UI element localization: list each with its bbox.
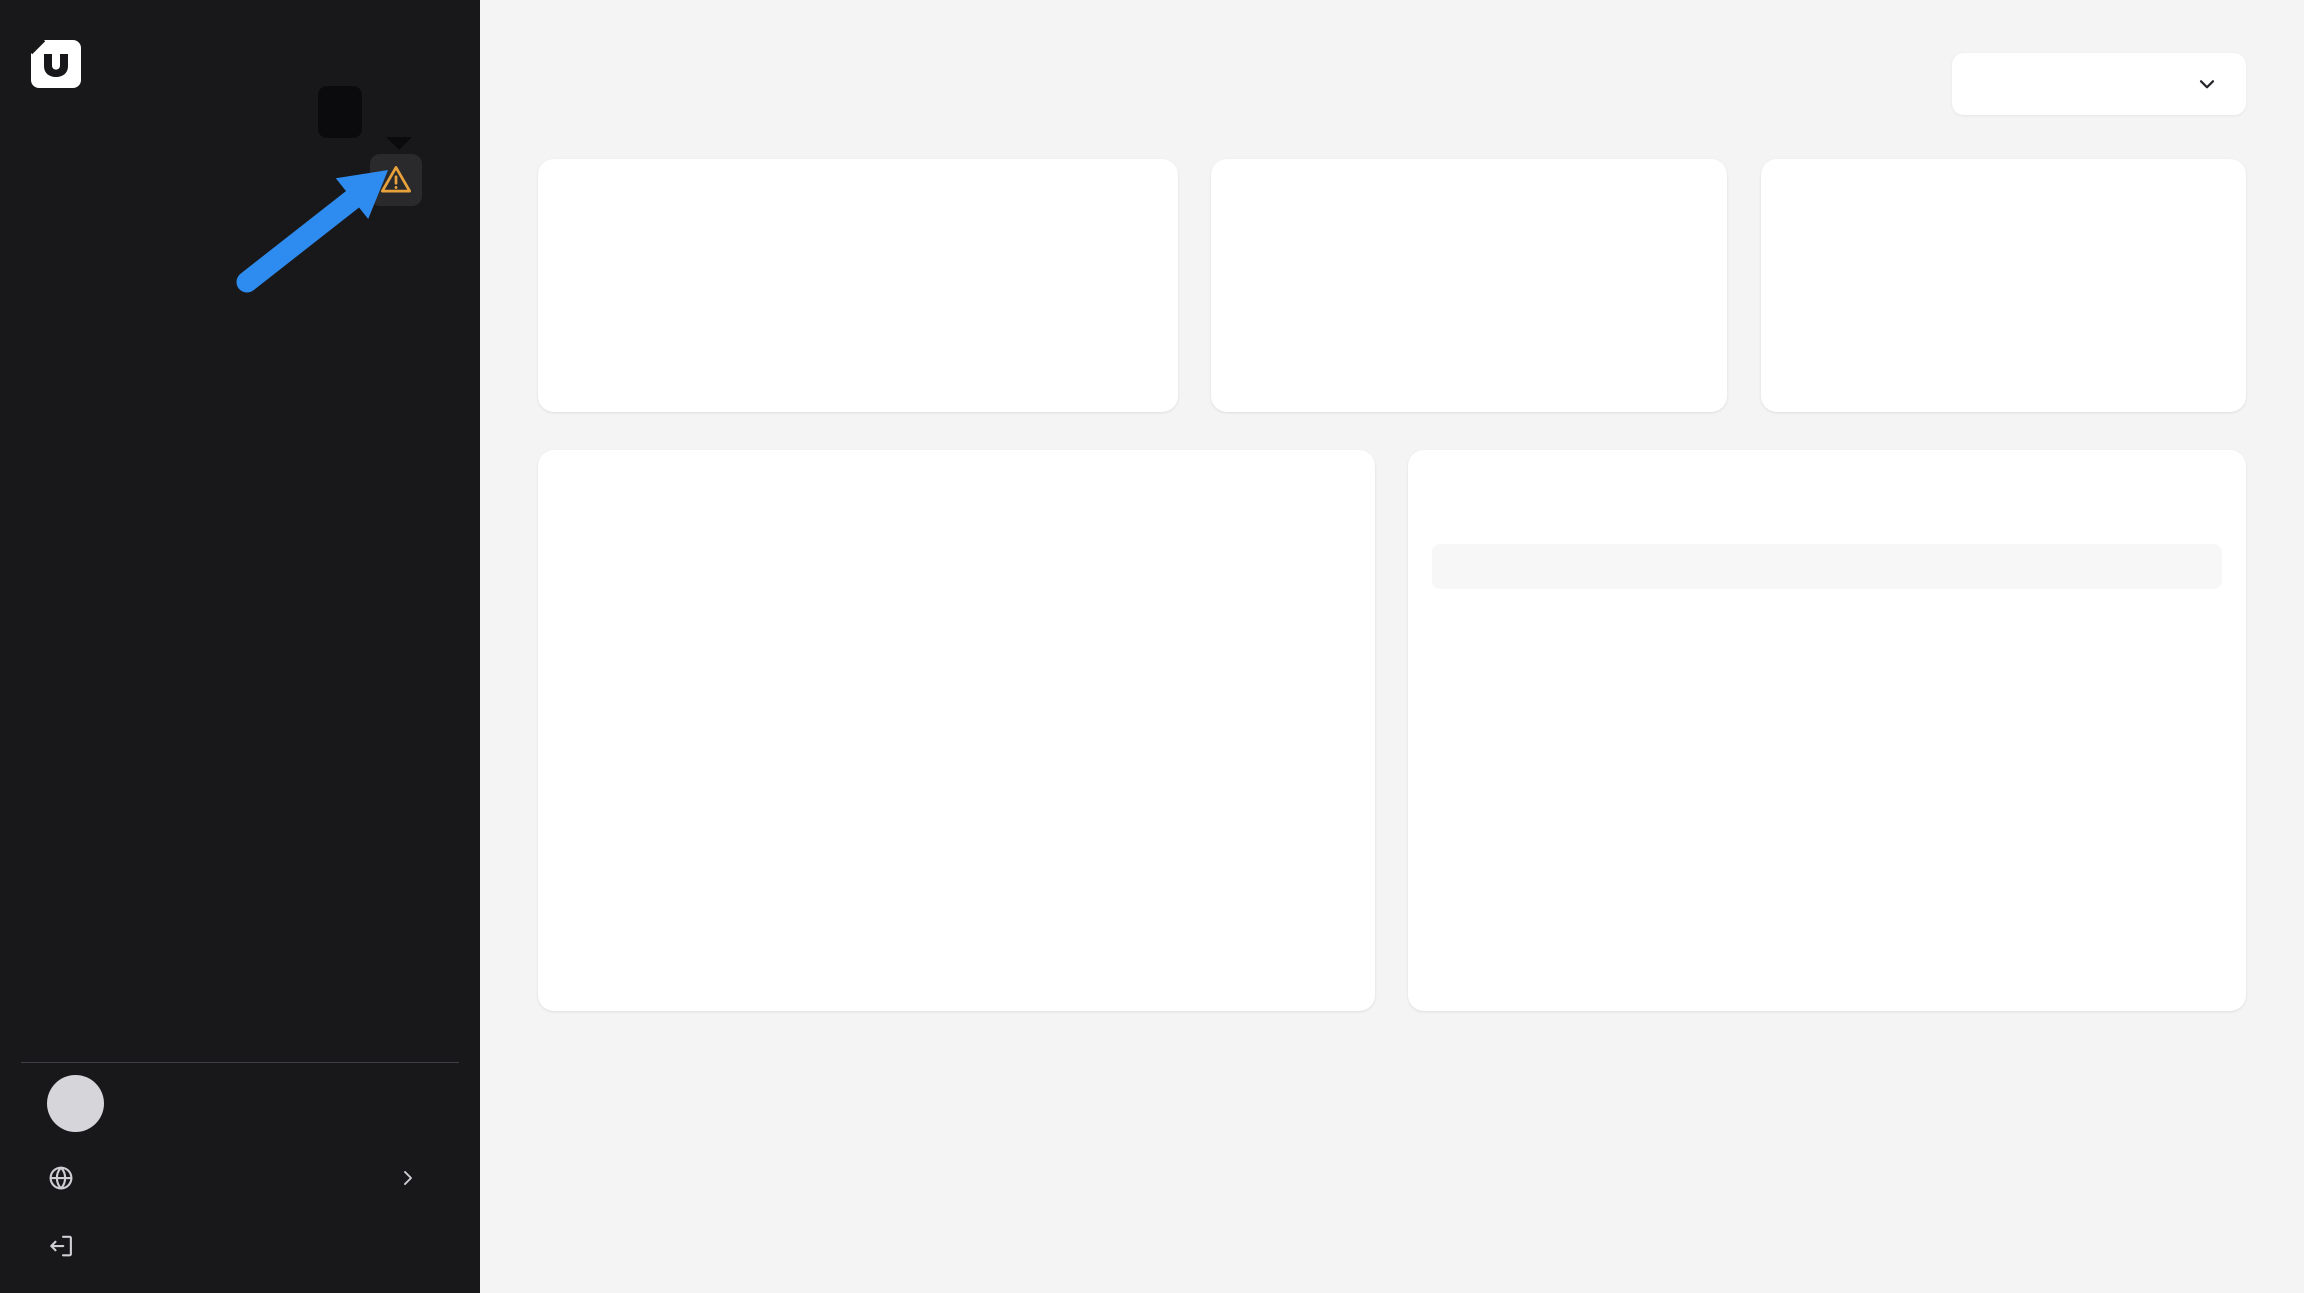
- current-balance-card: [538, 159, 1178, 412]
- last-payments-card: [1408, 450, 2246, 1011]
- account-row[interactable]: [21, 1075, 459, 1132]
- globe-icon: [46, 1163, 76, 1193]
- logout-icon: [46, 1231, 76, 1261]
- total-refunds-card: [1761, 159, 2246, 412]
- payments-chart-card: [538, 450, 1375, 1011]
- select-language-item[interactable]: [21, 1156, 459, 1200]
- payments-area-chart: [558, 546, 1358, 986]
- untill-payments-dashboard: [0, 0, 2304, 1293]
- last-payments-table: [1432, 544, 2222, 589]
- date-range-select[interactable]: [1952, 53, 2246, 115]
- logout-item[interactable]: [21, 1224, 459, 1268]
- other-users-warning-button[interactable]: [370, 154, 422, 206]
- total-payments-card: [1211, 159, 1727, 412]
- chevron-down-icon: [2194, 71, 2220, 97]
- chevron-right-icon: [395, 1165, 421, 1191]
- sidebar-account-section: [21, 1062, 459, 1268]
- table-header-row: [1432, 544, 2222, 589]
- tooltip-other-users: [318, 86, 362, 138]
- avatar: [47, 1075, 104, 1132]
- untill-logo-icon: [29, 38, 83, 90]
- brand: [21, 38, 459, 96]
- divider: [21, 1062, 459, 1063]
- sidebar: [0, 0, 480, 1293]
- warning-triangle-icon: [378, 162, 414, 198]
